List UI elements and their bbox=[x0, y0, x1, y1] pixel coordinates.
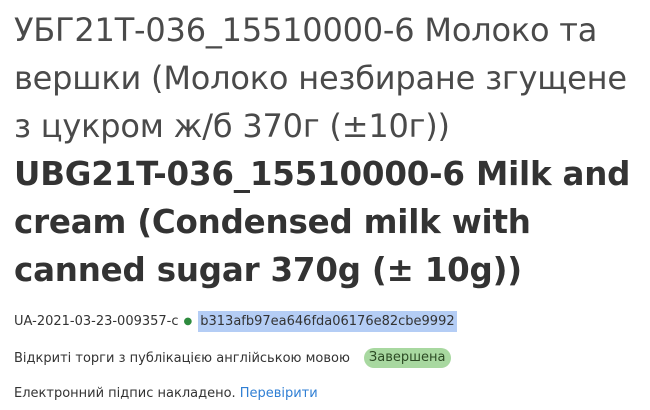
verify-signature-link[interactable]: Перевірити bbox=[240, 386, 318, 401]
signature-row: Електронний підпис накладено. Перевірити bbox=[14, 381, 318, 405]
tender-title-english: UBG21T-036_15510000-6 Milk and cream (Co… bbox=[14, 155, 631, 289]
procedure-row: Відкриті торги з публікацією англійською… bbox=[14, 346, 451, 370]
procedure-type: Відкриті торги з публікацією англійською… bbox=[14, 350, 350, 366]
tender-meta-row: UA-2021-03-23-009357-c ● b313afb97ea646f… bbox=[14, 308, 457, 334]
status-badge: Завершена bbox=[363, 348, 451, 368]
separator-dot-icon: ● bbox=[183, 315, 193, 327]
tender-id: UA-2021-03-23-009357-c bbox=[14, 313, 179, 329]
tender-title-ukrainian: УБГ21Т-036_15510000-6 Молоко та вершки (… bbox=[14, 11, 627, 145]
tender-hash[interactable]: b313afb97ea646fda06176e82cbe9992 bbox=[198, 310, 457, 332]
signature-status-text: Електронний підпис накладено. bbox=[14, 385, 236, 401]
tender-header: УБГ21Т-036_15510000-6 Молоко та вершки (… bbox=[14, 0, 644, 401]
